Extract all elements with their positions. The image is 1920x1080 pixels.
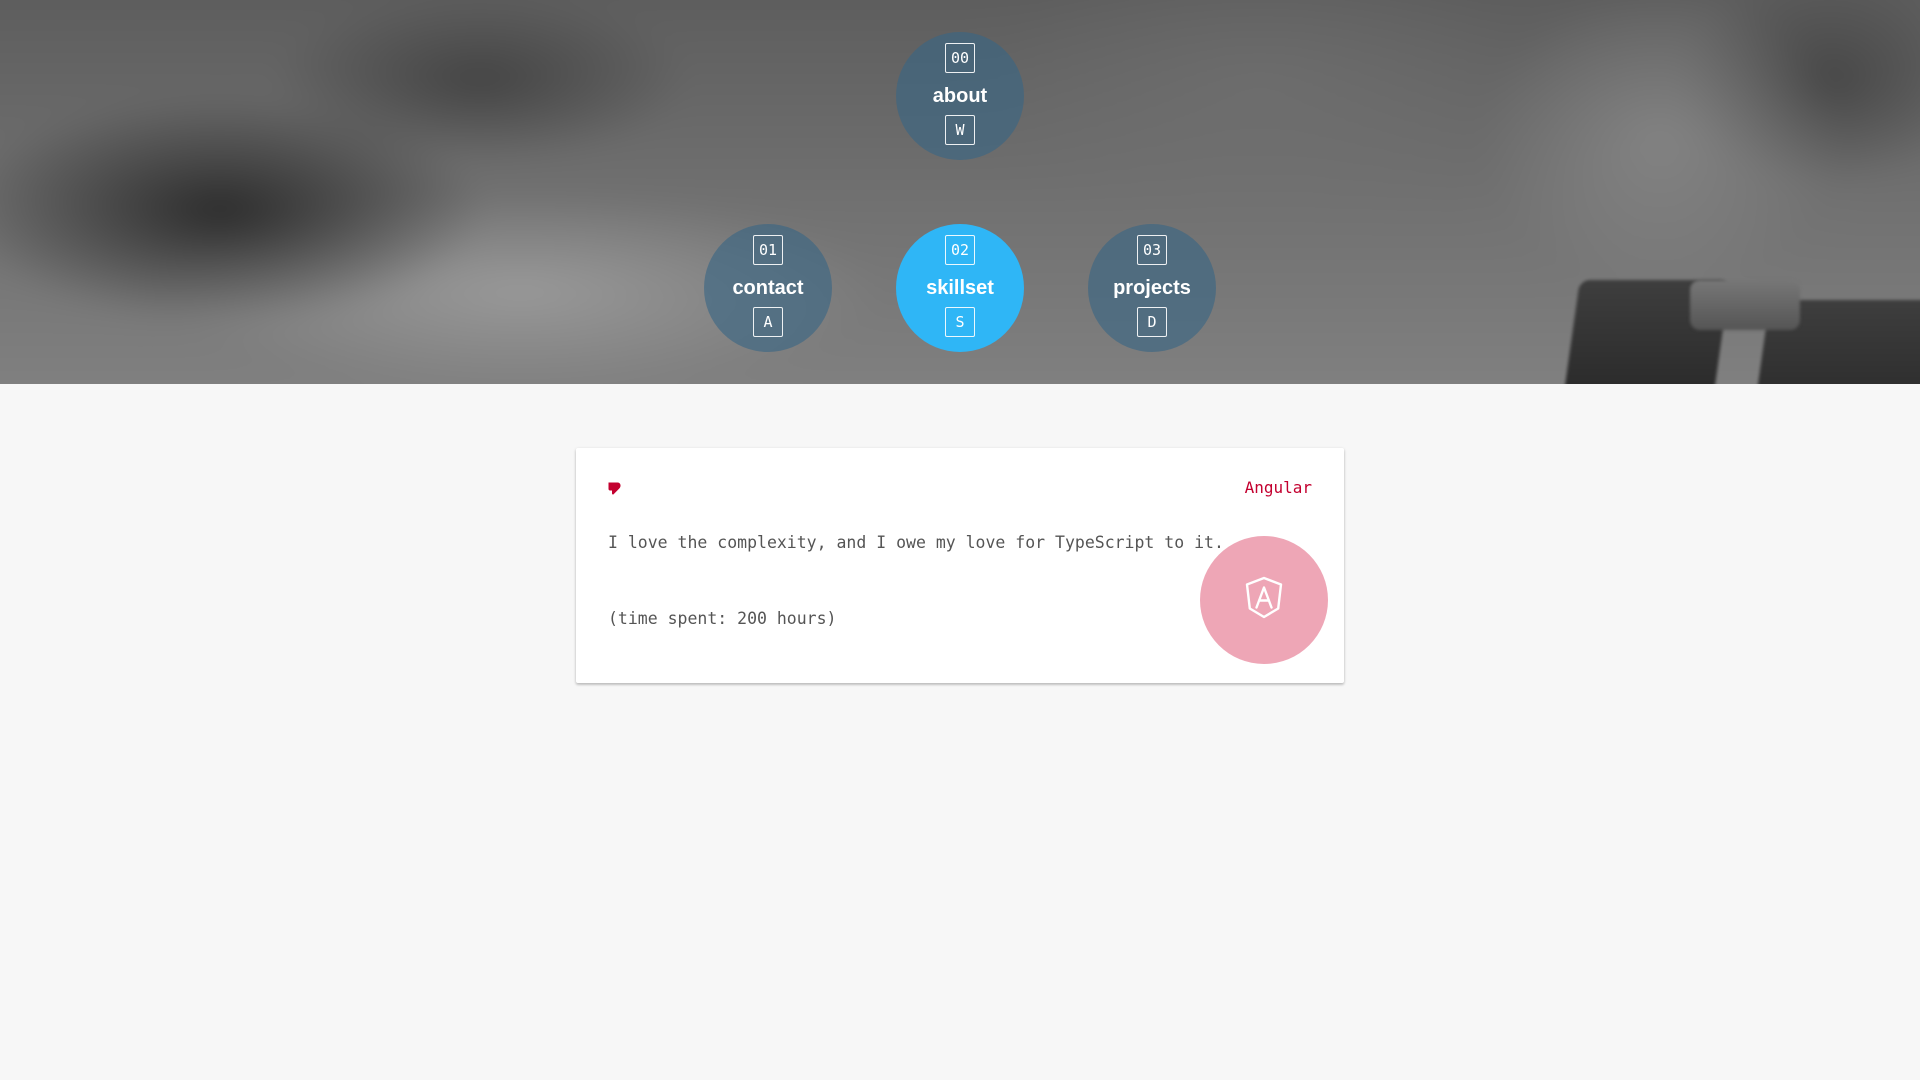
nav-item-number: 00 (945, 43, 975, 73)
skill-time-spent: (time spent: 200 hours) (608, 609, 837, 628)
nav-item-contact[interactable]: 01 contact A (704, 224, 832, 352)
nav-item-skillset[interactable]: 02 skillset S (896, 224, 1024, 352)
nav-item-shortcut-key: A (753, 307, 783, 337)
nav-item-shortcut-key: S (945, 307, 975, 337)
nav-item-label: projects (1113, 277, 1191, 299)
skill-name: Angular (1244, 478, 1312, 497)
nav-item-projects[interactable]: 03 projects D (1088, 224, 1216, 352)
nav-item-about[interactable]: 00 about W (896, 32, 1024, 160)
hero-header: 00 about W 01 contact A 02 skillset S 03… (0, 0, 1920, 384)
hero-background-keycap (1690, 280, 1800, 330)
skill-card: Angular I love the complexity, and I owe… (576, 448, 1344, 683)
nav-item-label: about (932, 85, 988, 107)
nav-item-label: contact (732, 277, 804, 299)
heart-icon[interactable] (607, 480, 623, 496)
nav-item-shortcut-key: W (945, 115, 975, 145)
nav-item-label: skillset (926, 277, 994, 299)
skill-logo-badge (1200, 536, 1328, 664)
nav-item-number: 01 (753, 235, 783, 265)
nav-item-shortcut-key: D (1137, 307, 1167, 337)
skill-description: I love the complexity, and I owe my love… (608, 533, 1224, 552)
angular-logo-icon (1244, 576, 1284, 625)
nav-item-number: 03 (1137, 235, 1167, 265)
nav-item-number: 02 (945, 235, 975, 265)
